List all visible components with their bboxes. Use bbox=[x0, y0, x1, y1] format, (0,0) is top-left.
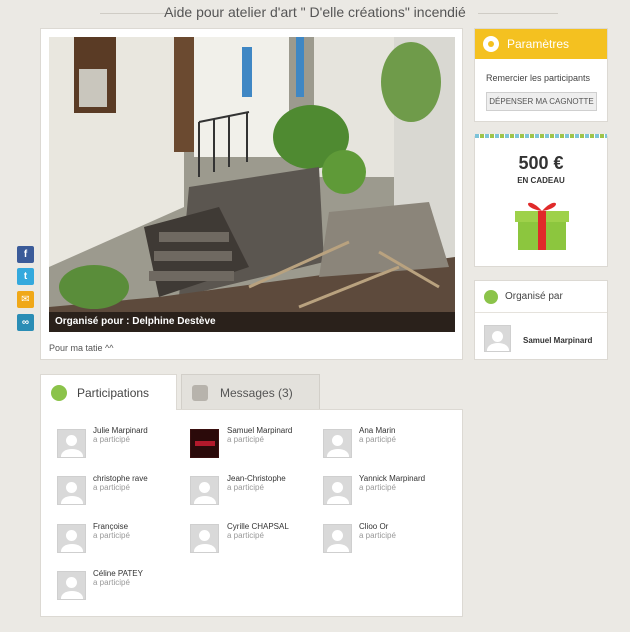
organizer-icon bbox=[484, 290, 498, 304]
organizer-header: Organisé par bbox=[475, 281, 607, 313]
participant-name: christophe rave bbox=[93, 474, 148, 483]
spend-pot-button[interactable]: DÉPENSER MA CAGNOTTE bbox=[486, 92, 597, 111]
title-row: Aide pour atelier d'art " D'elle créatio… bbox=[0, 0, 630, 26]
participant-name: Céline PATEY bbox=[93, 569, 143, 578]
participant-status: a participé bbox=[227, 483, 264, 492]
campaign-description: Pour ma tatie ^^ bbox=[49, 343, 114, 353]
participant-status: a participé bbox=[359, 435, 396, 444]
tab-participations-label: Participations bbox=[77, 386, 150, 400]
params-card: Paramètres Remercier les participants DÉ… bbox=[474, 28, 608, 122]
thank-participants-link[interactable]: Remercier les participants bbox=[486, 73, 590, 83]
title-divider-right bbox=[478, 13, 558, 14]
participants-panel: Julie Marpinard a participé Samuel Marpi… bbox=[40, 409, 463, 617]
participant-status: a participé bbox=[93, 578, 130, 587]
participant-name: Samuel Marpinard bbox=[227, 426, 293, 435]
participant-name: Ana Marin bbox=[359, 426, 396, 435]
participant-status: a participé bbox=[93, 531, 130, 540]
participant-name: Clioo Or bbox=[359, 522, 389, 531]
params-title: Paramètres bbox=[507, 37, 570, 51]
avatar bbox=[57, 524, 86, 553]
participant-status: a participé bbox=[359, 531, 396, 540]
avatar bbox=[57, 476, 86, 505]
facebook-share-icon[interactable]: f bbox=[17, 246, 34, 263]
params-header: Paramètres bbox=[475, 29, 607, 59]
campaign-photo: Organisé pour : Delphine Destève bbox=[49, 37, 455, 332]
participant-name: Jean-Christophe bbox=[227, 474, 286, 483]
gift-card: 500 € EN CADEAU bbox=[474, 134, 608, 267]
email-share-icon[interactable]: ✉ bbox=[17, 291, 34, 308]
gift-amount: 500 € bbox=[518, 153, 564, 173]
organizer-title: Organisé par bbox=[505, 291, 563, 302]
page-title: Aide pour atelier d'art " D'elle créatio… bbox=[164, 4, 466, 20]
organizer-name[interactable]: Samuel Marpinard bbox=[523, 336, 592, 345]
tab-messages[interactable]: Messages (3) bbox=[181, 374, 320, 410]
participant-status: a participé bbox=[227, 531, 264, 540]
twitter-share-icon[interactable]: t bbox=[17, 268, 34, 285]
burned-stairs-photo bbox=[49, 37, 455, 332]
campaign-card: Organisé pour : Delphine Destève Pour ma… bbox=[40, 28, 463, 360]
tab-participations[interactable]: Participations bbox=[40, 374, 177, 410]
avatar bbox=[190, 524, 219, 553]
avatar bbox=[323, 476, 352, 505]
avatar bbox=[190, 476, 219, 505]
participant-status: a participé bbox=[227, 435, 264, 444]
participant-name: Françoise bbox=[93, 522, 129, 531]
gift-box-icon bbox=[515, 202, 569, 250]
participant-name: Julie Marpinard bbox=[93, 426, 148, 435]
organizer-card: Organisé par Samuel Marpinard bbox=[474, 280, 608, 360]
participant-name: Yannick Marpinard bbox=[359, 474, 426, 483]
tab-messages-label: Messages (3) bbox=[220, 386, 293, 400]
gift-label: EN CADEAU bbox=[517, 176, 565, 185]
avatar bbox=[484, 325, 511, 352]
avatar bbox=[57, 429, 86, 458]
gift-stripe bbox=[475, 134, 607, 138]
avatar bbox=[190, 429, 219, 458]
edit-icon bbox=[192, 385, 208, 401]
avatar bbox=[323, 429, 352, 458]
avatar bbox=[323, 524, 352, 553]
participant-name: Cyrille CHAPSAL bbox=[227, 522, 289, 531]
participant-status: a participé bbox=[93, 483, 130, 492]
thumbs-up-icon bbox=[51, 385, 67, 401]
link-share-icon[interactable]: ∞ bbox=[17, 314, 34, 331]
avatar bbox=[57, 571, 86, 600]
organised-for-caption: Organisé pour : Delphine Destève bbox=[49, 312, 455, 332]
participant-status: a participé bbox=[93, 435, 130, 444]
gear-icon bbox=[483, 36, 499, 52]
participant-status: a participé bbox=[359, 483, 396, 492]
